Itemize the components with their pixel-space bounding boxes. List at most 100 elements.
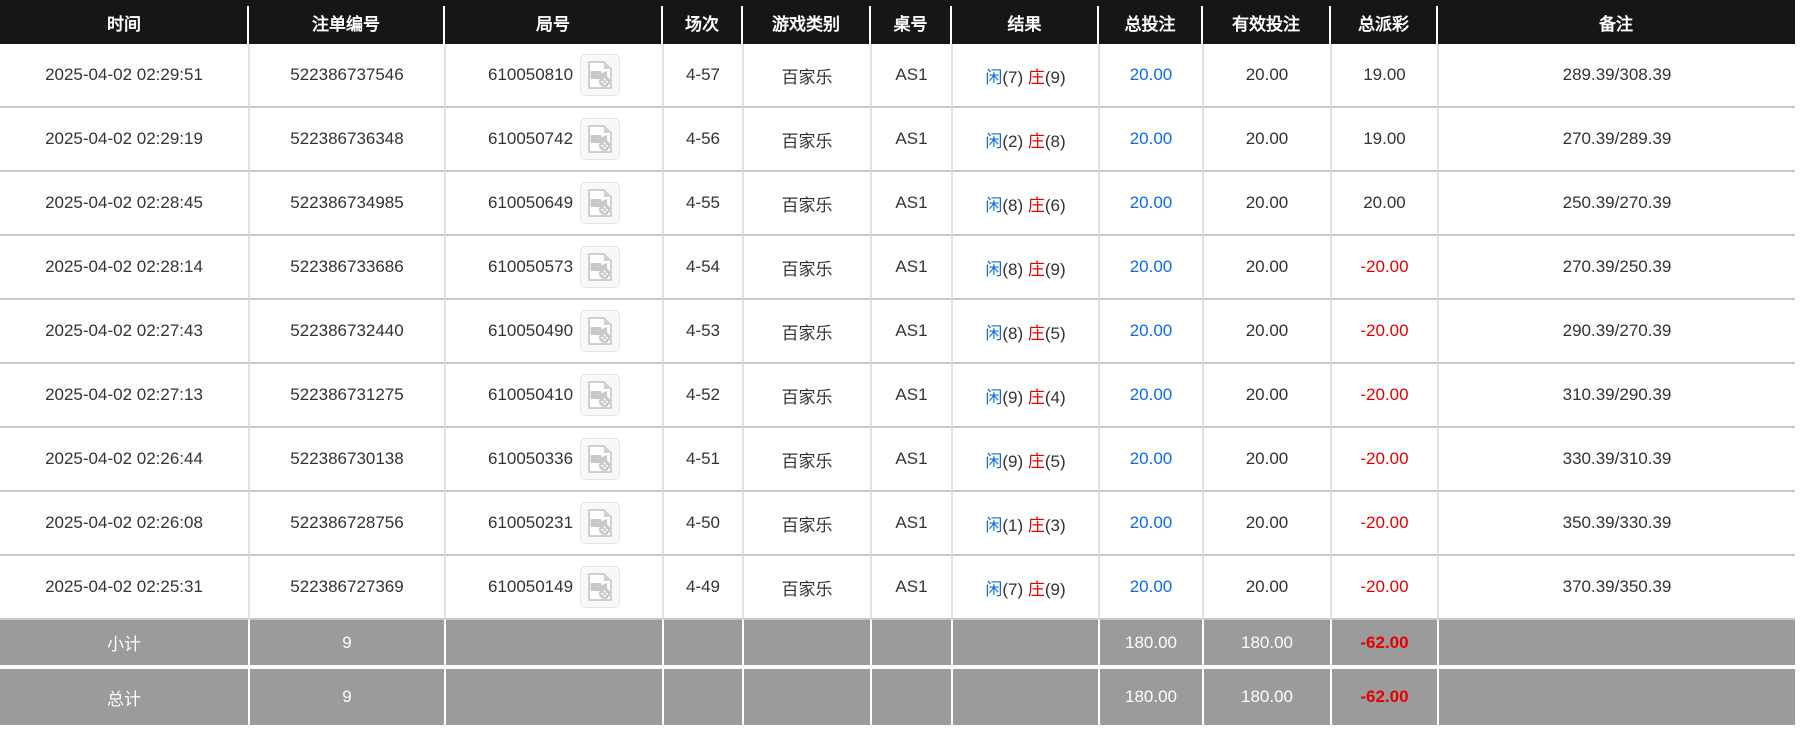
result-banker-label: 庄 (1027, 67, 1045, 87)
footer-cell-empty (1437, 665, 1795, 725)
result-player-label: 闲 (985, 131, 1003, 151)
cell-total-bet: 20.00 (1098, 108, 1202, 172)
cell-round: 610050649 (444, 172, 662, 236)
video-file-icon (588, 61, 613, 89)
cell-time: 2025-04-02 02:29:19 (0, 108, 248, 172)
cell-bet-id: 522386733686 (248, 236, 444, 300)
result-player-label: 闲 (985, 323, 1003, 343)
result-player-label: 闲 (985, 579, 1003, 599)
footer-cell-empty (444, 665, 662, 725)
col-header-session: 场次 (661, 0, 742, 44)
result-banker-points: (9) (1044, 579, 1066, 599)
cell-bet-id: 522386736348 (248, 108, 444, 172)
cell-valid-bet: 20.00 (1202, 236, 1330, 300)
cell-valid-bet: 20.00 (1202, 556, 1330, 620)
cell-round: 610050149 (444, 556, 662, 620)
col-header-valid-bet: 有效投注 (1201, 0, 1330, 44)
col-header-table-no: 桌号 (869, 0, 951, 44)
result-banker-points: (6) (1044, 195, 1066, 215)
grand-total-label: 总计 (0, 665, 248, 725)
cell-round: 610050336 (444, 428, 662, 492)
cell-table-no: AS1 (870, 236, 951, 300)
cell-bet-id: 522386732440 (248, 300, 444, 364)
subtotal-payout: -62.00 (1330, 620, 1437, 665)
total-bet-link[interactable]: 20.00 (1130, 129, 1173, 148)
result-banker-points: (4) (1044, 387, 1066, 407)
total-bet-link[interactable]: 20.00 (1130, 513, 1173, 532)
cell-table-no: AS1 (870, 300, 951, 364)
col-header-bet-id: 注单编号 (247, 0, 444, 44)
total-bet-link[interactable]: 20.00 (1130, 577, 1173, 596)
total-bet-link[interactable]: 20.00 (1130, 193, 1173, 212)
cell-result: 闲(8) 庄(9) (951, 236, 1098, 300)
cell-remark: 370.39/350.39 (1437, 556, 1795, 620)
video-replay-button[interactable] (580, 310, 621, 352)
result-banker-label: 庄 (1027, 451, 1045, 471)
result-player-points: (8) (1002, 195, 1024, 215)
footer-cell-empty (662, 620, 742, 665)
video-file-icon (588, 509, 613, 537)
result-player-label: 闲 (985, 67, 1003, 87)
total-bet-link[interactable]: 20.00 (1130, 65, 1173, 84)
cell-valid-bet: 20.00 (1202, 172, 1330, 236)
total-bet-link[interactable]: 20.00 (1130, 257, 1173, 276)
grand-total-payout: -62.00 (1330, 665, 1437, 725)
cell-table-no: AS1 (870, 44, 951, 108)
cell-payout: -20.00 (1330, 556, 1437, 620)
cell-time: 2025-04-02 02:26:44 (0, 428, 248, 492)
col-header-round: 局号 (443, 0, 662, 44)
footer-cell-empty (951, 665, 1098, 725)
result-player-points: (8) (1002, 259, 1024, 279)
video-replay-button[interactable] (580, 374, 621, 416)
cell-payout: -20.00 (1330, 492, 1437, 556)
cell-game-type: 百家乐 (742, 172, 870, 236)
cell-payout: -20.00 (1330, 364, 1437, 428)
col-header-result: 结果 (950, 0, 1098, 44)
cell-valid-bet: 20.00 (1202, 492, 1330, 556)
cell-round: 610050410 (444, 364, 662, 428)
cell-total-bet: 20.00 (1098, 172, 1202, 236)
table-row: 2025-04-02 02:28:45 522386734985 6100506… (0, 172, 1795, 236)
cell-bet-id: 522386731275 (248, 364, 444, 428)
cell-result: 闲(9) 庄(4) (951, 364, 1098, 428)
total-bet-link[interactable]: 20.00 (1130, 321, 1173, 340)
cell-round: 610050231 (444, 492, 662, 556)
cell-round: 610050742 (444, 108, 662, 172)
cell-remark: 350.39/330.39 (1437, 492, 1795, 556)
cell-round: 610050810 (444, 44, 662, 108)
result-banker-points: (8) (1044, 131, 1066, 151)
video-replay-button[interactable] (580, 566, 621, 608)
video-replay-button[interactable] (580, 502, 621, 544)
footer-cell-empty (870, 665, 951, 725)
cell-time: 2025-04-02 02:26:08 (0, 492, 248, 556)
cell-table-no: AS1 (870, 172, 951, 236)
total-bet-link[interactable]: 20.00 (1130, 449, 1173, 468)
table-row: 2025-04-02 02:29:19 522386736348 6100507… (0, 108, 1795, 172)
col-header-game-type: 游戏类别 (741, 0, 870, 44)
cell-result: 闲(7) 庄(9) (951, 44, 1098, 108)
cell-total-bet: 20.00 (1098, 428, 1202, 492)
cell-bet-id: 522386730138 (248, 428, 444, 492)
subtotal-label: 小计 (0, 620, 248, 665)
cell-valid-bet: 20.00 (1202, 428, 1330, 492)
cell-game-type: 百家乐 (742, 300, 870, 364)
video-replay-button[interactable] (580, 246, 621, 288)
cell-payout: -20.00 (1330, 428, 1437, 492)
footer-cell-empty (742, 665, 870, 725)
cell-valid-bet: 20.00 (1202, 44, 1330, 108)
video-file-icon (588, 445, 613, 473)
video-replay-button[interactable] (580, 54, 621, 96)
video-replay-button[interactable] (580, 182, 621, 224)
col-header-remark: 备注 (1436, 0, 1795, 44)
cell-result: 闲(8) 庄(6) (951, 172, 1098, 236)
result-player-label: 闲 (985, 387, 1003, 407)
cell-payout: -20.00 (1330, 236, 1437, 300)
video-replay-button[interactable] (580, 438, 621, 480)
cell-payout: 20.00 (1330, 172, 1437, 236)
cell-result: 闲(7) 庄(9) (951, 556, 1098, 620)
table-header: 时间 注单编号 局号 场次 游戏类别 桌号 结果 总投注 有效投注 总派彩 备注 (0, 0, 1795, 44)
result-player-label: 闲 (985, 259, 1003, 279)
video-replay-button[interactable] (580, 118, 621, 160)
footer-cell-empty (742, 620, 870, 665)
total-bet-link[interactable]: 20.00 (1130, 385, 1173, 404)
